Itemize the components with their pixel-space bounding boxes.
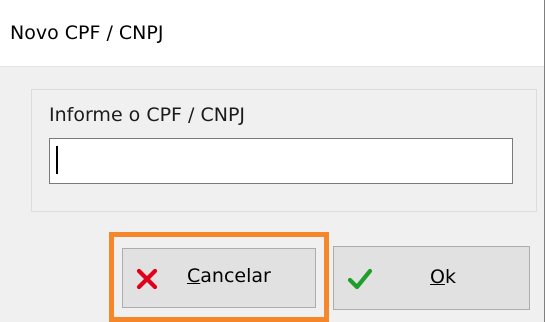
- ok-button-label: Ok: [430, 266, 456, 288]
- title-bar[interactable]: Novo CPF / CNPJ: [0, 0, 544, 67]
- text-caret: [56, 146, 58, 174]
- ok-label-rest: k: [444, 266, 456, 288]
- window-title: Novo CPF / CNPJ: [10, 22, 164, 44]
- check-icon: [345, 264, 375, 294]
- dialog-window: Novo CPF / CNPJ Informe o CPF / CNPJ Can…: [0, 0, 545, 322]
- cancel-label-rest: ancelar: [200, 265, 271, 287]
- cancel-button[interactable]: Cancelar: [122, 248, 316, 308]
- ok-accelerator-key: O: [430, 266, 445, 288]
- cancel-accelerator-key: C: [187, 265, 201, 287]
- close-icon: [133, 265, 161, 293]
- cpf-cnpj-label: Informe o CPF / CNPJ: [49, 104, 246, 126]
- cpf-cnpj-input[interactable]: [49, 138, 513, 184]
- cancel-button-label: Cancelar: [187, 265, 271, 287]
- ok-button[interactable]: Ok: [333, 246, 530, 310]
